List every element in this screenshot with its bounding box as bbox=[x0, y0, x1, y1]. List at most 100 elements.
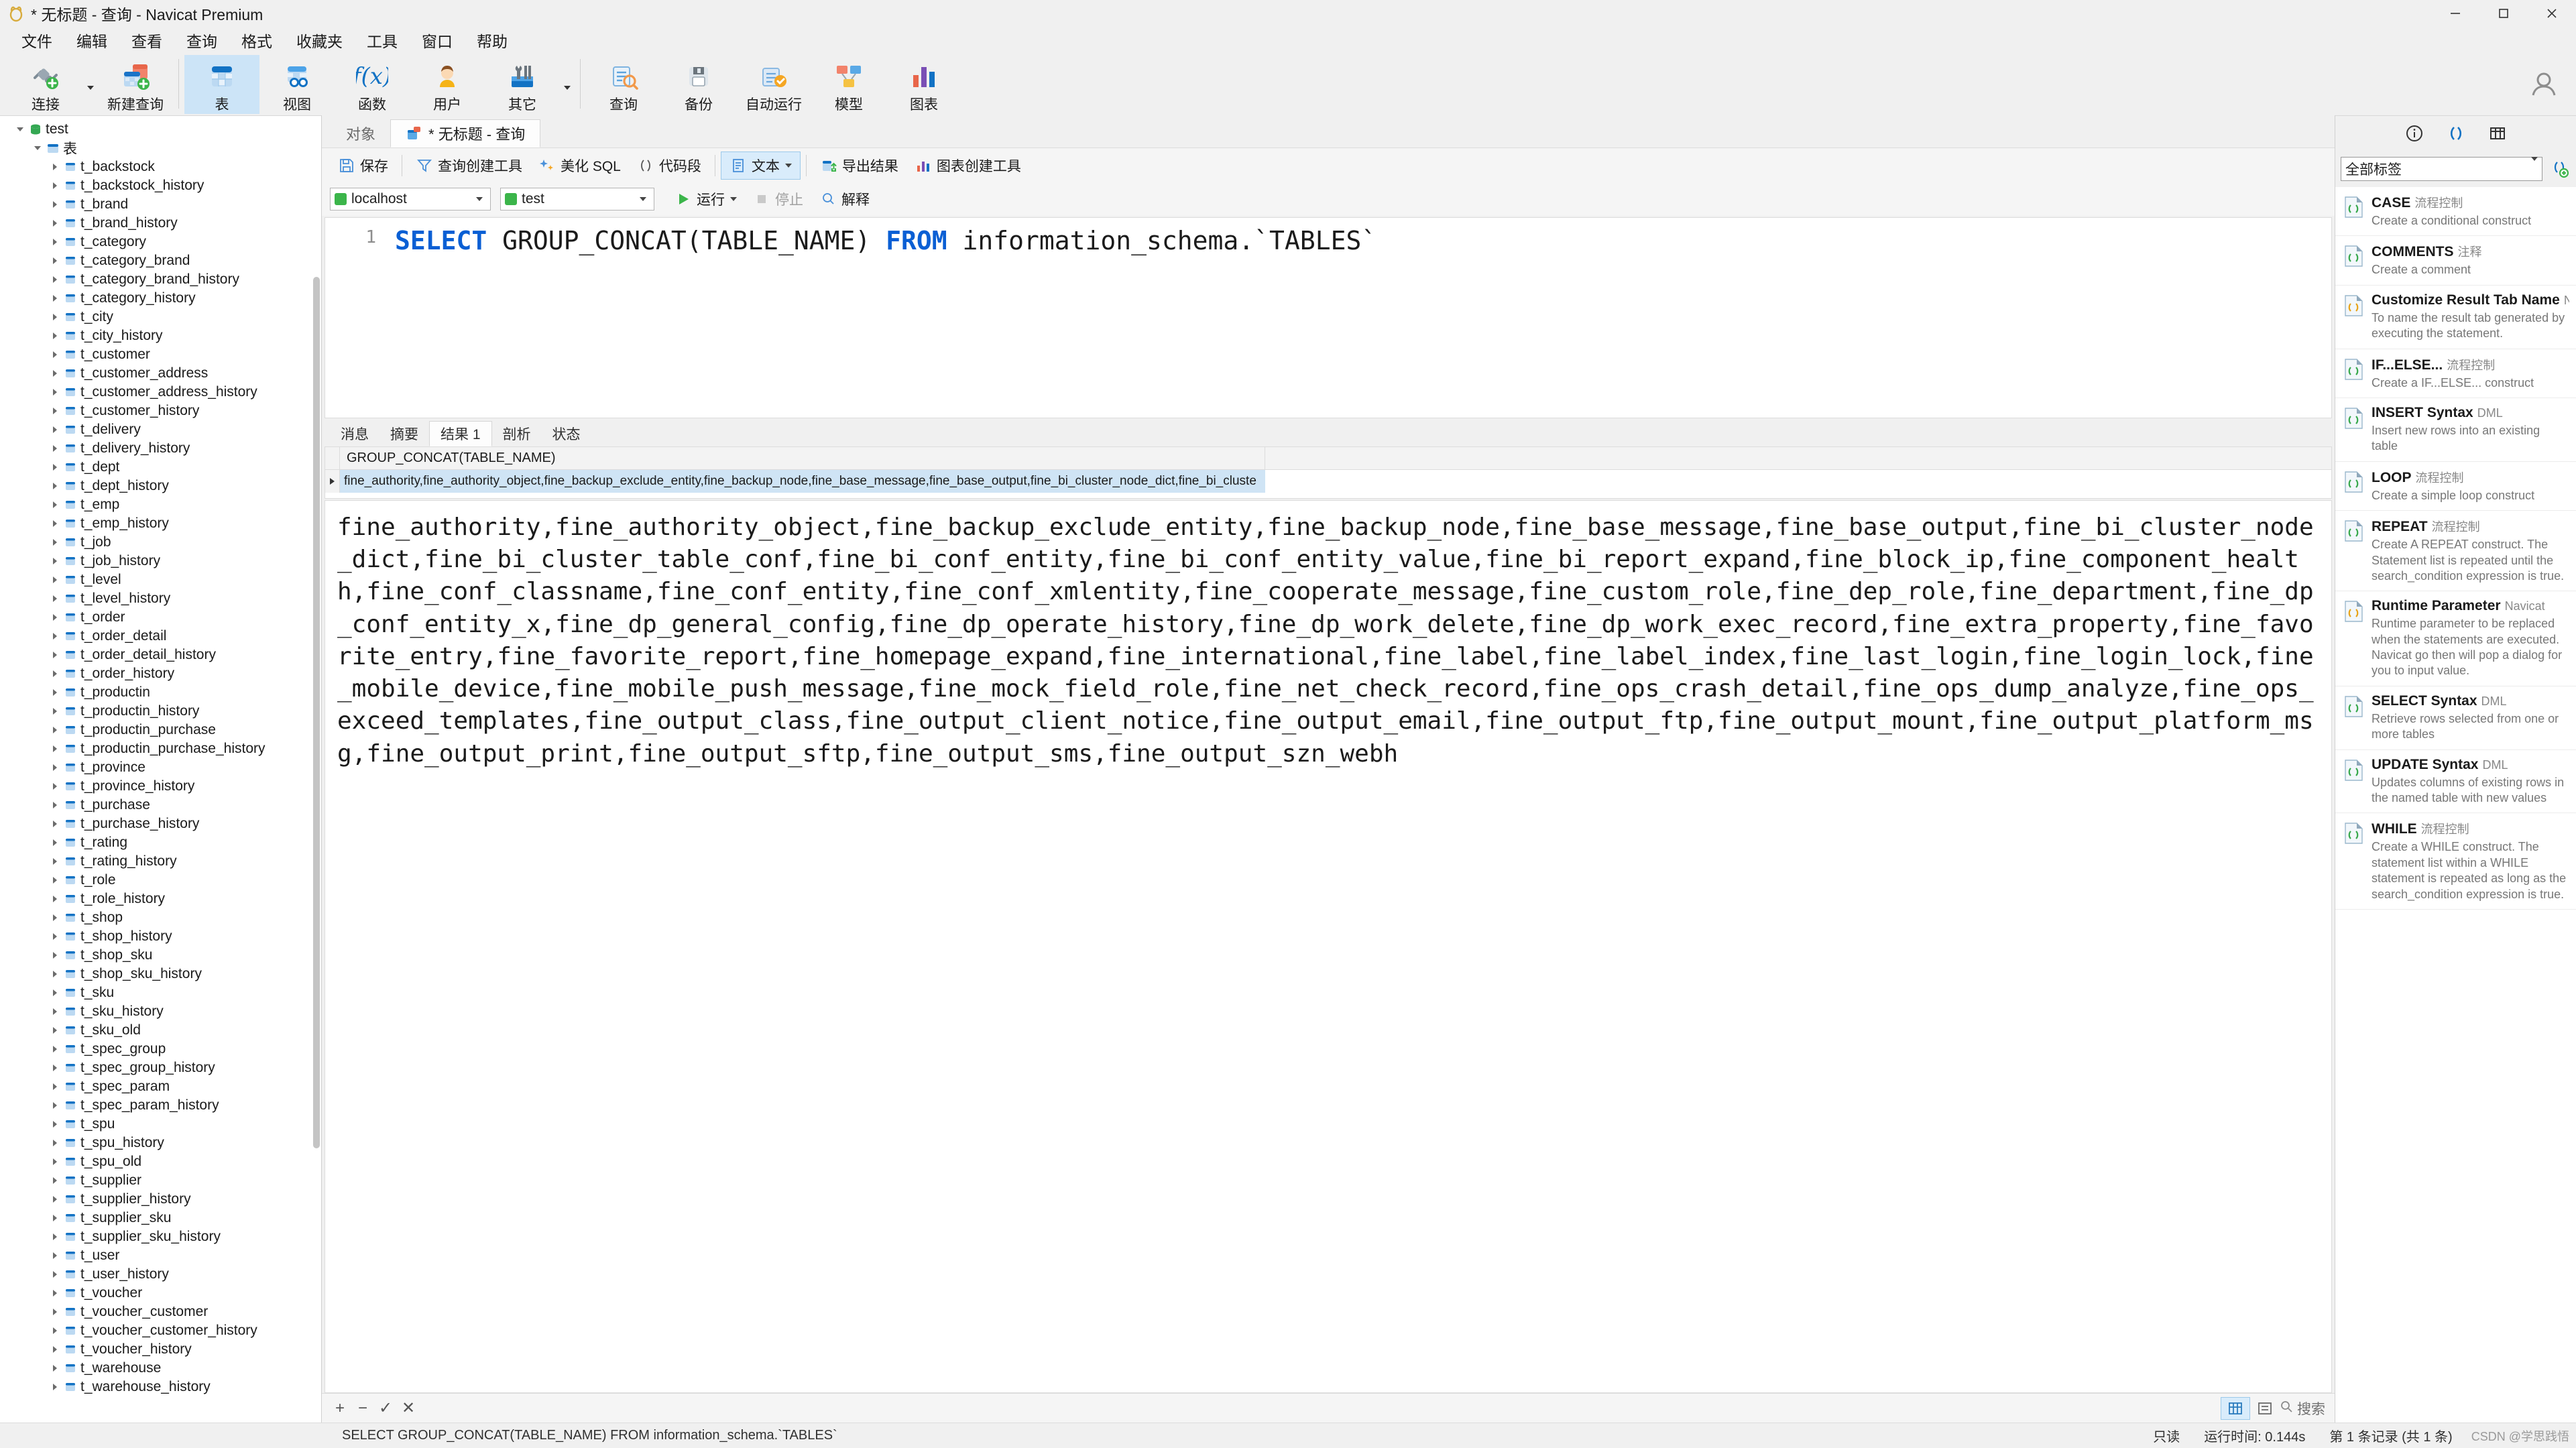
expand-arrow[interactable] bbox=[48, 577, 62, 583]
tree-table-t_role_history[interactable]: t_role_history bbox=[0, 890, 321, 908]
toolbar-button-connection[interactable]: 连接 bbox=[8, 55, 83, 114]
expand-arrow[interactable] bbox=[48, 896, 62, 902]
list-item[interactable]: COMMENTS注释Create a comment bbox=[2335, 236, 2576, 285]
tree-table-t_warehouse[interactable]: t_warehouse bbox=[0, 1359, 321, 1378]
toolbar-button-new-query[interactable]: 新建查询 bbox=[98, 55, 173, 114]
expand-arrow[interactable] bbox=[48, 783, 62, 790]
tree-table-t_productin[interactable]: t_productin bbox=[0, 683, 321, 702]
expand-arrow[interactable] bbox=[48, 295, 62, 302]
tree-table-t_rating_history[interactable]: t_rating_history bbox=[0, 852, 321, 871]
toolbar-button-automation[interactable]: 自动运行 bbox=[736, 55, 811, 114]
cancel-change-button[interactable]: ✕ bbox=[397, 1397, 420, 1420]
menu-item-tools[interactable]: 工具 bbox=[355, 26, 410, 54]
expand-arrow[interactable] bbox=[48, 858, 62, 865]
query-builder-button[interactable]: 查询创建工具 bbox=[408, 152, 530, 180]
expand-arrow[interactable] bbox=[48, 351, 62, 358]
search-field[interactable]: 搜索 bbox=[2280, 1398, 2335, 1419]
menu-item-file[interactable]: 文件 bbox=[9, 26, 64, 54]
tree-table-t_shop_history[interactable]: t_shop_history bbox=[0, 927, 321, 946]
tree-table-t_shop_sku_history[interactable]: t_shop_sku_history bbox=[0, 965, 321, 983]
tree-table-t_supplier_sku_history[interactable]: t_supplier_sku_history bbox=[0, 1227, 321, 1246]
tree-table-t_city[interactable]: t_city bbox=[0, 308, 321, 326]
tree-table-t_productin_purchase[interactable]: t_productin_purchase bbox=[0, 721, 321, 739]
expand-arrow[interactable] bbox=[48, 727, 62, 733]
expand-arrow[interactable] bbox=[48, 989, 62, 996]
tree-table-t_sku[interactable]: t_sku bbox=[0, 983, 321, 1002]
sql-code-text[interactable]: SELECT GROUP_CONCAT(TABLE_NAME) FROM inf… bbox=[386, 218, 2331, 418]
expand-arrow[interactable] bbox=[48, 220, 62, 227]
add-snippet-icon[interactable] bbox=[2548, 158, 2571, 180]
expand-arrow[interactable] bbox=[48, 595, 62, 602]
result-tab-profile[interactable]: 剖析 bbox=[492, 421, 542, 446]
expand-arrow[interactable] bbox=[48, 1065, 62, 1071]
tree-table-t_productin_history[interactable]: t_productin_history bbox=[0, 702, 321, 721]
tree-table-t_voucher_customer_history[interactable]: t_voucher_customer_history bbox=[0, 1321, 321, 1340]
tree-table-t_supplier_history[interactable]: t_supplier_history bbox=[0, 1190, 321, 1209]
list-item[interactable]: INSERT SyntaxDMLInsert new rows into an … bbox=[2335, 398, 2576, 462]
list-item[interactable]: LOOP流程控制Create a simple loop construct bbox=[2335, 462, 2576, 511]
tree-table-t_spec_group_history[interactable]: t_spec_group_history bbox=[0, 1059, 321, 1077]
grid-column-header[interactable]: GROUP_CONCAT(TABLE_NAME) bbox=[340, 447, 1265, 469]
list-item[interactable]: REPEAT流程控制Create A REPEAT construct. The… bbox=[2335, 511, 2576, 591]
list-item[interactable]: CASE流程控制Create a conditional construct bbox=[2335, 187, 2576, 236]
tree-table-t_province_history[interactable]: t_province_history bbox=[0, 777, 321, 796]
tree-table-t_voucher_history[interactable]: t_voucher_history bbox=[0, 1340, 321, 1359]
tree-table-t_productin_purchase_history[interactable]: t_productin_purchase_history bbox=[0, 739, 321, 758]
expand-arrow[interactable] bbox=[48, 670, 62, 677]
tree-table-t_spec_param[interactable]: t_spec_param bbox=[0, 1077, 321, 1096]
tree-table-t_order_history[interactable]: t_order_history bbox=[0, 664, 321, 683]
toolbar-button-model[interactable]: 模型 bbox=[811, 55, 886, 114]
expand-arrow[interactable] bbox=[48, 239, 62, 245]
expand-arrow[interactable] bbox=[48, 614, 62, 621]
expand-arrow[interactable] bbox=[48, 408, 62, 414]
toolbar-button-user[interactable]: 用户 bbox=[410, 55, 485, 114]
tree-table-t_province[interactable]: t_province bbox=[0, 758, 321, 777]
tree-table-t_shop_sku[interactable]: t_shop_sku bbox=[0, 946, 321, 965]
expand-arrow[interactable] bbox=[48, 389, 62, 396]
grid-cell-value[interactable]: fine_authority,fine_authority_object,fin… bbox=[340, 470, 1265, 493]
tree-connection-test[interactable]: test bbox=[0, 120, 321, 139]
tree-table-t_brand_history[interactable]: t_brand_history bbox=[0, 214, 321, 233]
expand-arrow[interactable] bbox=[48, 257, 62, 264]
value-viewer[interactable]: fine_authority,fine_authority_object,fin… bbox=[325, 500, 2332, 1393]
menu-item-window[interactable]: 窗口 bbox=[410, 26, 465, 54]
tree-table-t_customer_address_history[interactable]: t_customer_address_history bbox=[0, 383, 321, 402]
snippet-tag-select[interactable]: 全部标签 bbox=[2341, 157, 2542, 181]
sql-editor[interactable]: 1 SELECT GROUP_CONCAT(TABLE_NAME) FROM i… bbox=[325, 217, 2332, 418]
tab-untitled-query[interactable]: * 无标题 - 查询 bbox=[390, 119, 540, 147]
expand-arrow[interactable] bbox=[48, 1309, 62, 1315]
tree-table-t_delivery_history[interactable]: t_delivery_history bbox=[0, 439, 321, 458]
expand-arrow[interactable] bbox=[48, 652, 62, 658]
export-result-button[interactable]: 导出结果 bbox=[812, 152, 906, 180]
beautify-sql-button[interactable]: 美化 SQL bbox=[530, 152, 629, 180]
tree-table-t_dept[interactable]: t_dept bbox=[0, 458, 321, 477]
tree-table-t_order_detail[interactable]: t_order_detail bbox=[0, 627, 321, 646]
delete-record-button[interactable]: − bbox=[351, 1397, 374, 1420]
expand-arrow[interactable] bbox=[48, 1252, 62, 1259]
result-tab-status[interactable]: 状态 bbox=[542, 421, 591, 446]
expand-arrow[interactable] bbox=[48, 1008, 62, 1015]
server-select[interactable]: localhost bbox=[330, 188, 491, 210]
tree-table-t_purchase_history[interactable]: t_purchase_history bbox=[0, 814, 321, 833]
tree-table-t_backstock[interactable]: t_backstock bbox=[0, 158, 321, 176]
toolbar-button-chart[interactable]: 图表 bbox=[886, 55, 961, 114]
tree-table-t_job[interactable]: t_job bbox=[0, 533, 321, 552]
tree-table-t_spu_history[interactable]: t_spu_history bbox=[0, 1134, 321, 1152]
toolbar-button-query[interactable]: 查询 bbox=[586, 55, 661, 114]
save-button[interactable]: 保存 bbox=[330, 152, 396, 180]
menu-item-query[interactable]: 查询 bbox=[174, 26, 229, 54]
database-select-caret[interactable] bbox=[635, 197, 651, 201]
expand-arrow[interactable] bbox=[48, 501, 62, 508]
list-item[interactable]: IF...ELSE...流程控制Create a IF...ELSE... co… bbox=[2335, 349, 2576, 398]
tree-table-t_order[interactable]: t_order bbox=[0, 608, 321, 627]
tree-group-tables[interactable]: 表 bbox=[0, 139, 321, 158]
snippet-icon[interactable] bbox=[2445, 122, 2467, 145]
expand-arrow[interactable] bbox=[48, 558, 62, 564]
expand-arrow[interactable] bbox=[48, 314, 62, 320]
result-tab-result1[interactable]: 结果 1 bbox=[429, 421, 492, 446]
list-item[interactable]: UPDATE SyntaxDMLUpdates columns of exist… bbox=[2335, 750, 2576, 814]
tree-table-t_category_brand_history[interactable]: t_category_brand_history bbox=[0, 270, 321, 289]
tree-table-t_spu[interactable]: t_spu bbox=[0, 1115, 321, 1134]
server-select-caret[interactable] bbox=[471, 197, 487, 201]
tree-table-t_delivery[interactable]: t_delivery bbox=[0, 420, 321, 439]
